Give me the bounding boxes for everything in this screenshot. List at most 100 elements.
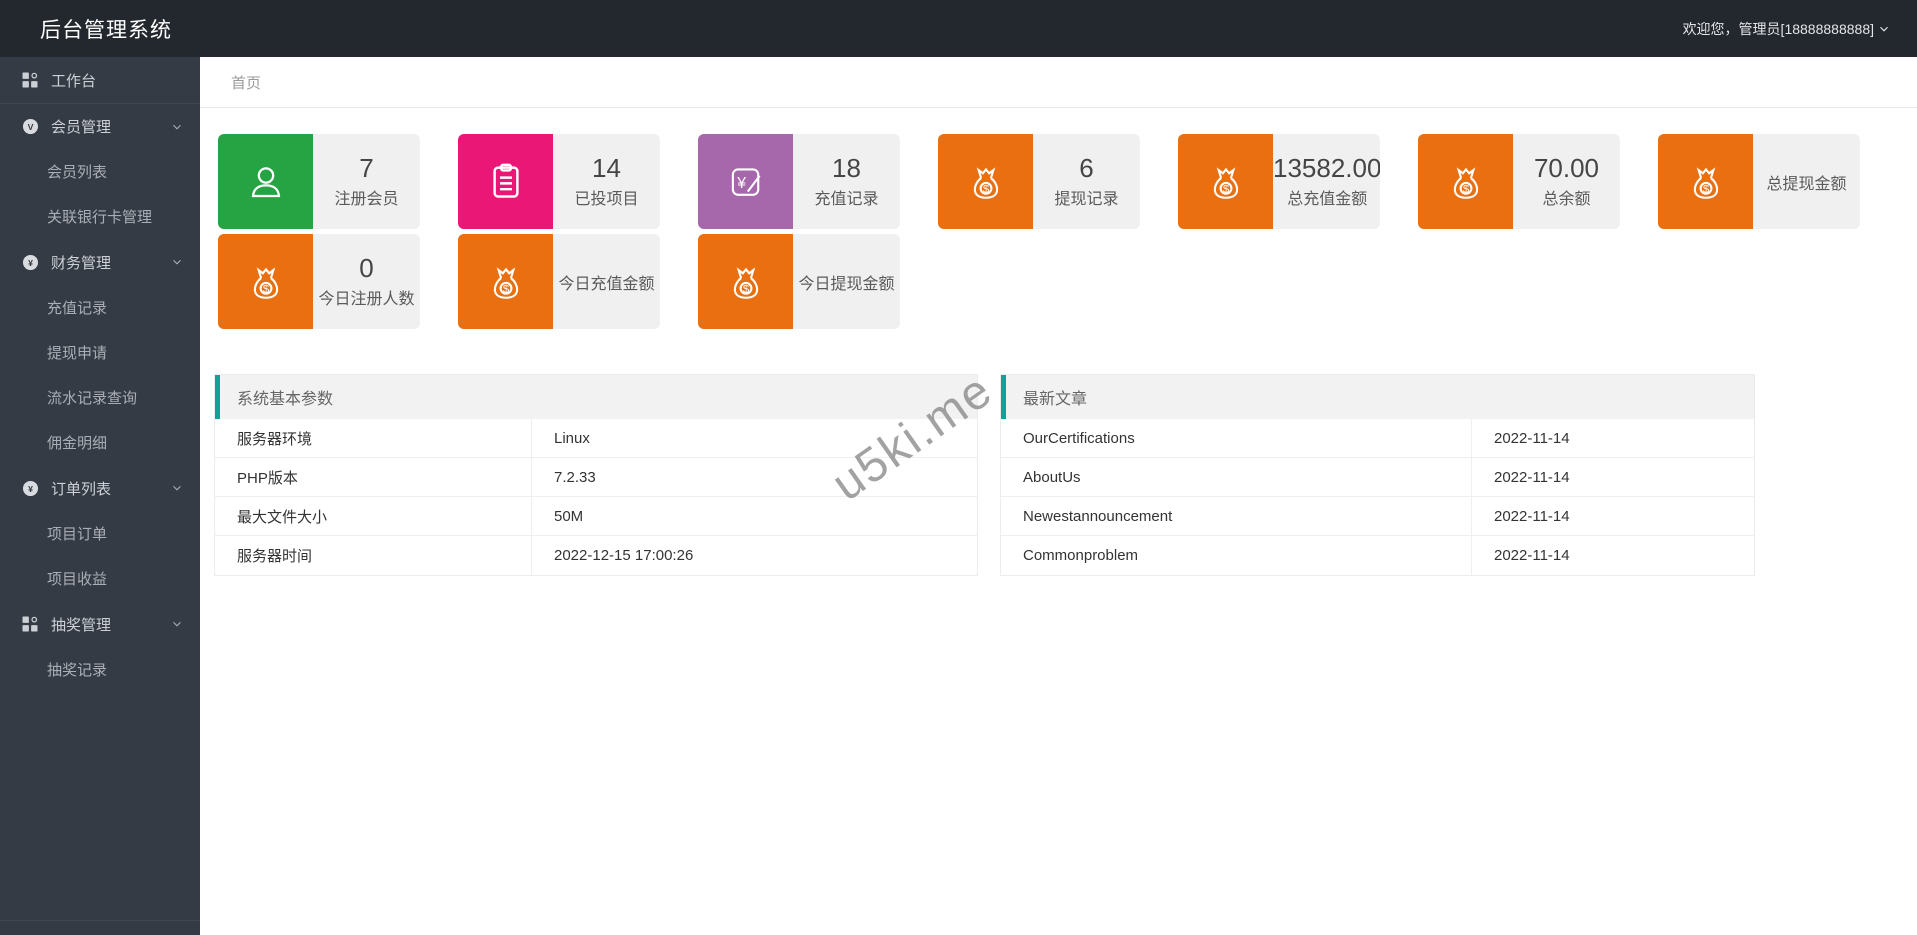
- panel-title: 系统基本参数: [237, 385, 333, 409]
- article-title[interactable]: AboutUs: [1001, 458, 1472, 496]
- sidebar-item-withdraw-requests[interactable]: 提现申请: [0, 330, 200, 375]
- yen-circle-icon: ¥: [20, 252, 40, 272]
- chevron-down-icon: [170, 481, 184, 495]
- sidebar-item-label: 提现申请: [47, 342, 107, 363]
- article-date: 2022-11-14: [1472, 497, 1754, 535]
- panel-header: 系统基本参数: [215, 375, 977, 419]
- sidebar-item-lottery-mgmt[interactable]: 抽奖管理: [0, 601, 200, 647]
- sidebar-nav: 工作台 V 会员管理 会员列表 关联银行卡管理 ¥ 财务管理 充值记录 提现申请…: [0, 57, 200, 935]
- svg-text:¥: ¥: [28, 257, 33, 267]
- sidebar-item-member-mgmt[interactable]: V 会员管理: [0, 103, 200, 149]
- article-title[interactable]: Newestannouncement: [1001, 497, 1472, 535]
- sidebar-item-label: 流水记录查询: [47, 387, 137, 408]
- svg-text:$: $: [1222, 183, 1229, 195]
- svg-text:$: $: [1702, 183, 1709, 195]
- svg-text:V: V: [27, 122, 33, 132]
- stat-card-info: 13582.00 总充值金额: [1273, 134, 1380, 229]
- table-row: PHP版本 7.2.33: [215, 458, 977, 497]
- sidebar-item-label: 项目订单: [47, 523, 107, 544]
- stat-card-info: 14 已投项目: [553, 134, 660, 229]
- stat-card-column: $ 6 提现记录: [938, 134, 1140, 329]
- sidebar-item-label: 关联银行卡管理: [47, 206, 152, 227]
- svg-text:$: $: [1462, 183, 1469, 195]
- stat-card-total-withdraw: $ 总提现金额: [1658, 134, 1860, 229]
- stat-value: 18: [832, 154, 861, 183]
- stat-value: 0: [359, 254, 373, 283]
- breadcrumb-home[interactable]: 首页: [231, 72, 261, 93]
- app-title: 后台管理系统: [40, 14, 172, 44]
- sidebar-item-label: 佣金明细: [47, 432, 107, 453]
- table-row: Commonproblem 2022-11-14: [1001, 536, 1754, 575]
- sidebar-item-finance-mgmt[interactable]: ¥ 财务管理: [0, 239, 200, 285]
- sidebar-item-lottery-records[interactable]: 抽奖记录: [0, 647, 200, 692]
- moneybag-icon: $: [1658, 134, 1753, 229]
- stat-card-info: 18 充值记录: [793, 134, 900, 229]
- main-content: 7 注册会员 $ 0 今日注册人数 14: [200, 108, 1917, 935]
- stat-label: 总余额: [1542, 185, 1590, 209]
- sidebar-item-commission-detail[interactable]: 佣金明细: [0, 420, 200, 465]
- stat-card-today-withdraw-amount: $ 今日提现金额: [698, 234, 900, 329]
- table-row: OurCertifications 2022-11-14: [1001, 419, 1754, 458]
- stat-card-recharge-records: ¥ 18 充值记录: [698, 134, 900, 229]
- moneybag-icon: $: [218, 234, 313, 329]
- stat-label: 今日提现金额: [798, 270, 894, 294]
- grid-icon: [20, 70, 40, 90]
- article-title[interactable]: OurCertifications: [1001, 419, 1472, 457]
- panel-header: 最新文章: [1001, 375, 1754, 419]
- stat-card-today-registrations: $ 0 今日注册人数: [218, 234, 420, 329]
- sidebar-item-workbench[interactable]: 工作台: [0, 57, 200, 103]
- stat-label: 提现记录: [1054, 185, 1118, 209]
- param-value: 2022-12-15 17:00:26: [532, 536, 977, 575]
- sidebar-item-order-list[interactable]: ¥ 订单列表: [0, 465, 200, 511]
- top-header: 后台管理系统 欢迎您，管理员[18888888888]: [0, 0, 1917, 57]
- sidebar-item-label: 订单列表: [51, 478, 111, 499]
- moneybag-icon: $: [1178, 134, 1273, 229]
- moneybag-icon: $: [1418, 134, 1513, 229]
- stat-card-column: $ 总提现金额: [1658, 134, 1860, 329]
- svg-text:¥: ¥: [28, 483, 33, 493]
- user-welcome-text: 欢迎您，管理员[18888888888]: [1683, 19, 1874, 39]
- stat-label: 总提现金额: [1766, 170, 1846, 194]
- accent-bar: [1001, 375, 1006, 419]
- sidebar-item-project-orders[interactable]: 项目订单: [0, 511, 200, 556]
- svg-text:$: $: [262, 283, 269, 295]
- article-date: 2022-11-14: [1472, 536, 1754, 575]
- latest-articles-panel: 最新文章 OurCertifications 2022-11-14 AboutU…: [1000, 374, 1755, 576]
- stat-card-info: 6 提现记录: [1033, 134, 1140, 229]
- stat-card-registered-members: 7 注册会员: [218, 134, 420, 229]
- stat-card-info: 70.00 总余额: [1513, 134, 1620, 229]
- sidebar-item-recharge-records[interactable]: 充值记录: [0, 285, 200, 330]
- stat-label: 今日注册人数: [318, 285, 414, 309]
- stat-label: 充值记录: [814, 185, 878, 209]
- stat-label: 已投项目: [574, 185, 638, 209]
- moneybag-icon: $: [938, 134, 1033, 229]
- stat-value: 6: [1079, 154, 1093, 183]
- sidebar-item-label: 会员管理: [51, 116, 111, 137]
- stat-card-info: 0 今日注册人数: [313, 234, 420, 329]
- svg-text:¥: ¥: [736, 174, 746, 191]
- sidebar-item-member-list[interactable]: 会员列表: [0, 149, 200, 194]
- sidebar-item-bank-card-mgmt[interactable]: 关联银行卡管理: [0, 194, 200, 239]
- sidebar-item-project-earnings[interactable]: 项目收益: [0, 556, 200, 601]
- sidebar-item-label: 工作台: [51, 70, 96, 91]
- param-value: 7.2.33: [532, 458, 977, 496]
- user-menu[interactable]: 欢迎您，管理员[18888888888]: [1683, 19, 1891, 39]
- table-row: 服务器时间 2022-12-15 17:00:26: [215, 536, 977, 575]
- stat-value: 7: [359, 154, 373, 183]
- table-row: 最大文件大小 50M: [215, 497, 977, 536]
- sidebar-item-label: 财务管理: [51, 252, 111, 273]
- chevron-down-icon: [1877, 22, 1891, 36]
- svg-text:$: $: [502, 283, 509, 295]
- table-row: Newestannouncement 2022-11-14: [1001, 497, 1754, 536]
- stat-card-info: 总提现金额: [1753, 134, 1860, 229]
- article-title[interactable]: Commonproblem: [1001, 536, 1472, 575]
- stat-card-withdraw-records: $ 6 提现记录: [938, 134, 1140, 229]
- stat-card-total-recharge: $ 13582.00 总充值金额: [1178, 134, 1380, 229]
- stat-label: 总充值金额: [1287, 185, 1367, 209]
- stat-cards: 7 注册会员 $ 0 今日注册人数 14: [218, 134, 1917, 329]
- param-name: 服务器时间: [215, 536, 532, 575]
- stat-label: 今日充值金额: [558, 270, 654, 294]
- sidebar-item-flow-records[interactable]: 流水记录查询: [0, 375, 200, 420]
- sidebar-item-label: 充值记录: [47, 297, 107, 318]
- stat-label: 注册会员: [334, 185, 398, 209]
